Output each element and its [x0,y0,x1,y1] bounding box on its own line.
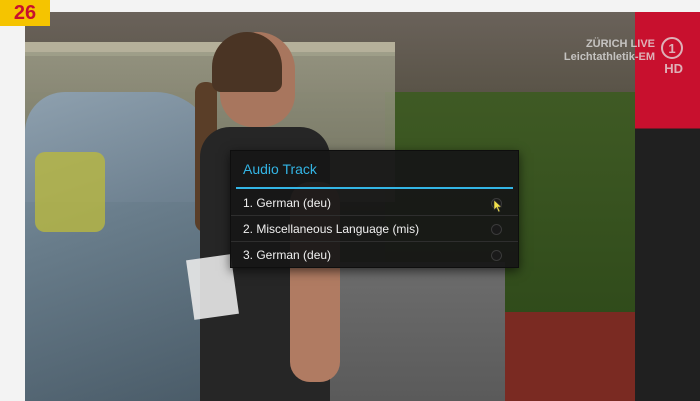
dialog-divider [236,187,513,189]
broadcast-logo: ZÜRICH LIVE Leichtathletik-EM 1 HD [563,37,685,75]
broadcast-line2: Leichtathletik-EM [563,51,655,63]
audio-track-option-1[interactable]: 1. German (deu) [231,190,518,216]
svg-text:1: 1 [668,41,675,56]
ard-hd-icon: 1 HD [659,36,685,78]
mouse-pointer-icon [493,198,503,217]
option-label: 2. Miscellaneous Language (mis) [243,221,420,236]
audio-track-option-2[interactable]: 2. Miscellaneous Language (mis) [231,216,518,242]
radio-button-icon[interactable] [491,249,502,261]
audio-track-dialog: Audio Track 1. German (deu) 2. Miscellan… [230,150,519,268]
broadcast-line1: ZÜRICH LIVE [585,38,655,50]
dialog-title: Audio Track [243,161,317,177]
yellow-vest [35,152,105,232]
step-number-badge: 26 [0,0,50,26]
spectator-in-rain-cover [25,92,215,401]
option-label: 1. German (deu) [243,195,332,210]
radio-button-icon[interactable] [491,223,502,235]
hd-label: HD [664,61,683,76]
option-label: 3. German (deu) [243,247,332,262]
audio-track-option-3[interactable]: 3. German (deu) [231,242,518,267]
audio-track-options: 1. German (deu) 2. Miscellaneous Languag… [231,190,518,267]
